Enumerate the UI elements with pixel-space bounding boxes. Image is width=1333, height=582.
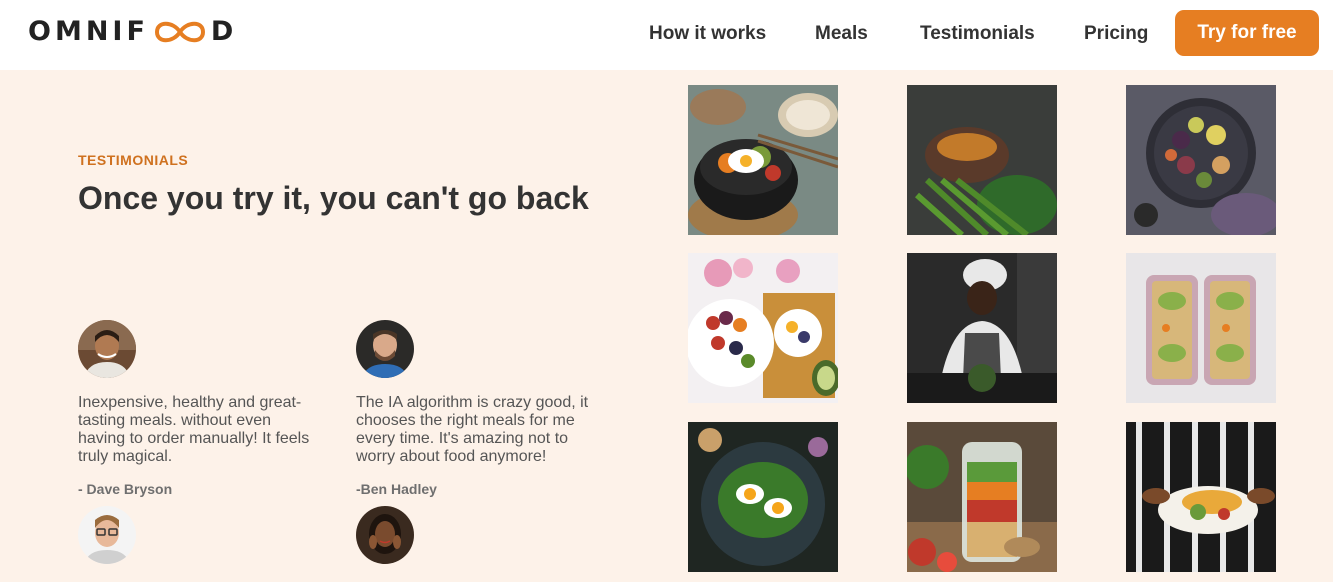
- gallery-image-chef: [907, 253, 1057, 403]
- nav-link-how-it-works[interactable]: How it works: [649, 23, 766, 45]
- testimonial-card: [78, 506, 318, 564]
- testimonial-card: [356, 506, 596, 564]
- omnifood-logo[interactable]: OMNIF D: [28, 17, 237, 47]
- logo-text-left: OMNIF: [28, 16, 149, 47]
- testimonial-card: The IA algorithm is crazy good, it choos…: [356, 320, 596, 497]
- avatar-ben-hadley: [356, 320, 414, 378]
- gallery-image-bibimbap: [688, 85, 838, 235]
- section-subheading: TESTIMONIALS: [78, 152, 189, 168]
- nav-link-meals[interactable]: Meals: [815, 23, 868, 45]
- gallery-image-steak: [907, 85, 1057, 235]
- nav-link-pricing[interactable]: Pricing: [1084, 23, 1148, 45]
- testimonial-quote: The IA algorithm is crazy good, it choos…: [356, 394, 589, 465]
- testimonial-card: Inexpensive, healthy and great-tasting m…: [78, 320, 318, 497]
- gallery-image-meal-prep: [1126, 253, 1276, 403]
- gallery-image-fruit-bowls: [688, 253, 838, 403]
- avatar-hannah-smith: [356, 506, 414, 564]
- nav-link-testimonials[interactable]: Testimonials: [920, 23, 1035, 45]
- infinity-logo-icon: [154, 21, 205, 43]
- gallery-image-fruit-platter: [1126, 85, 1276, 235]
- testimonial-quote: Inexpensive, healthy and great-tasting m…: [78, 394, 310, 465]
- testimonial-author: - Dave Bryson: [78, 481, 173, 497]
- gallery-image-egg-salad: [688, 422, 838, 572]
- avatar-steve-miller: [78, 506, 136, 564]
- avatar-dave-bryson: [78, 320, 136, 378]
- testimonial-author: -Ben Hadley: [356, 481, 437, 497]
- gallery-image-plated-salad: [1126, 422, 1276, 572]
- try-for-free-button[interactable]: Try for free: [1175, 10, 1319, 56]
- site-header: OMNIF D How it works Meals Testimonials …: [0, 0, 1333, 70]
- gallery-image-salad-jar: [907, 422, 1057, 572]
- section-heading: Once you try it, you can't go back: [78, 180, 589, 216]
- logo-text-right: D: [210, 16, 238, 47]
